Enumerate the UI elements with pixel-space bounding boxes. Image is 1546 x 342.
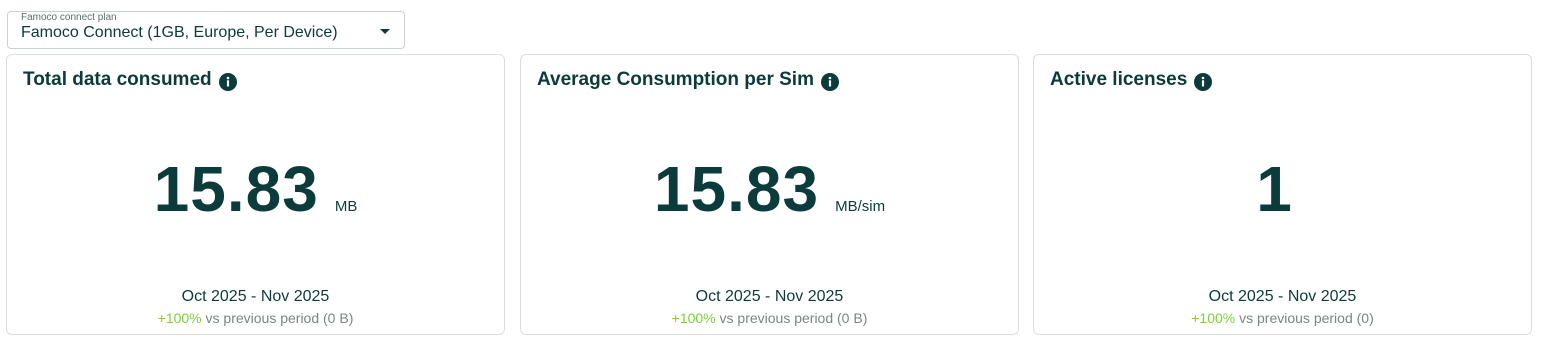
period-label: Oct 2025 - Nov 2025	[181, 288, 330, 305]
comparison-label: vs previous period (0 B)	[719, 310, 868, 326]
comparison-label: vs previous period (0 B)	[205, 310, 354, 326]
info-icon[interactable]	[218, 72, 237, 91]
card-title: Total data consumed	[23, 69, 212, 90]
card-title: Average Consumption per Sim	[537, 69, 814, 90]
info-icon[interactable]	[1194, 72, 1213, 91]
info-icon[interactable]	[820, 72, 839, 91]
metric-unit: MB	[334, 198, 358, 215]
metric: 15.83 MB/sim	[521, 151, 1018, 227]
delta-badge: +100%	[157, 310, 202, 326]
card-active-licenses: Active licenses 1 Oct 2025 - Nov 2025 +1…	[1033, 54, 1532, 335]
card-total-data-consumed: Total data consumed 15.83 MB Oct 2025 - …	[6, 54, 505, 335]
period-label: Oct 2025 - Nov 2025	[695, 288, 844, 305]
plan-select-value: Famoco Connect (1GB, Europe, Per Device)	[21, 24, 338, 41]
metric-value: 15.83	[153, 153, 319, 225]
comparison-text: +100% vs previous period (0 B)	[7, 309, 504, 327]
comparison-text: +100% vs previous period (0)	[1034, 309, 1531, 327]
metric-value: 15.83	[653, 153, 820, 225]
comparison-label: vs previous period (0)	[1239, 310, 1374, 326]
card-header: Active licenses	[1050, 68, 1213, 92]
period-label: Oct 2025 - Nov 2025	[1208, 288, 1357, 305]
delta-badge: +100%	[1191, 310, 1236, 326]
card-header: Total data consumed	[23, 68, 237, 92]
card-header: Average Consumption per Sim	[537, 68, 839, 92]
metric: 1	[1034, 151, 1531, 227]
chevron-down-icon[interactable]	[380, 29, 390, 34]
comparison-text: +100% vs previous period (0 B)	[521, 309, 1018, 327]
card-title: Active licenses	[1050, 69, 1188, 90]
plan-select[interactable]: Famoco connect plan Famoco Connect (1GB,…	[7, 11, 405, 49]
metric-unit: MB/sim	[835, 198, 886, 215]
card-average-consumption-per-sim: Average Consumption per Sim 15.83 MB/sim…	[520, 54, 1019, 335]
delta-badge: +100%	[671, 310, 716, 326]
metric: 15.83 MB	[7, 151, 504, 227]
metric-value: 1	[1256, 153, 1293, 225]
